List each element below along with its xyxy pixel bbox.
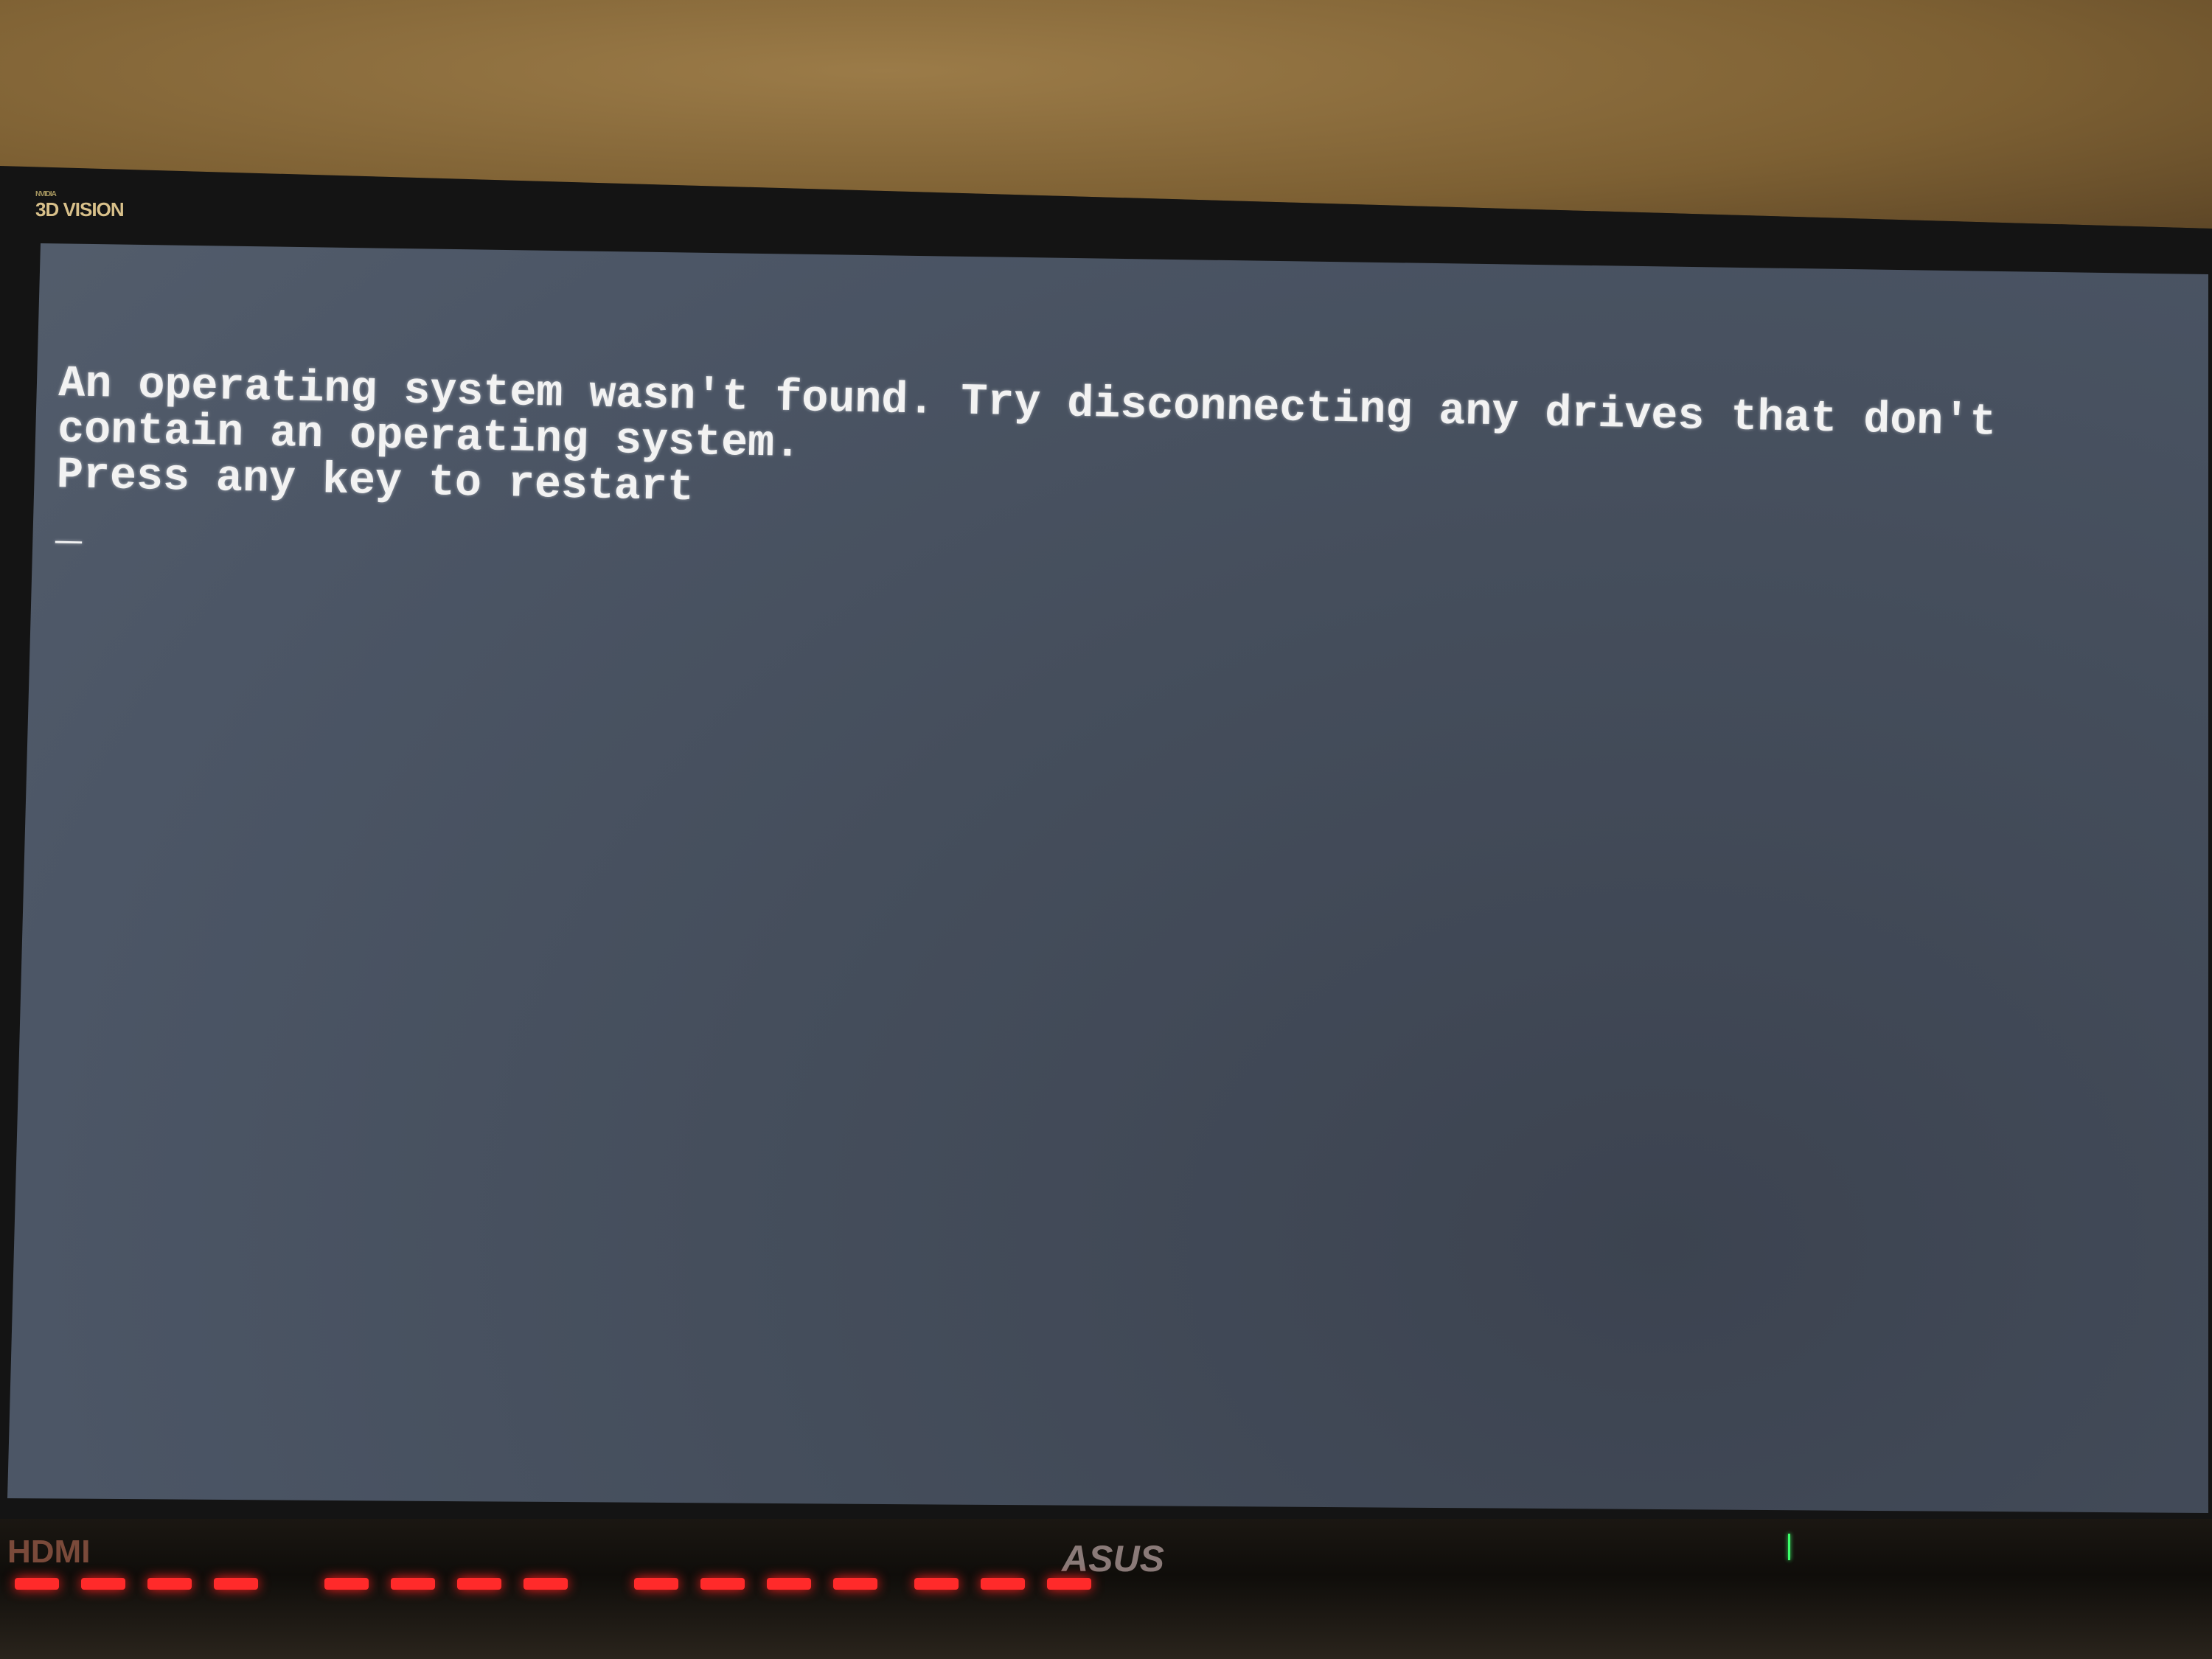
keyboard-key-light [914,1578,959,1590]
keyboard-key-light [767,1578,811,1590]
keyboard-key-light [214,1578,258,1590]
keyboard-key-light [1047,1578,1091,1590]
keyboard-key-light [324,1578,369,1590]
keyboard-key-light [391,1578,435,1590]
power-led-icon [1788,1534,1790,1560]
keyboard-key-light [15,1578,59,1590]
keyboard-key-light [700,1578,745,1590]
3d-vision-logo: NVIDIA 3D VISION [35,190,125,221]
keyboard-key-light [981,1578,1025,1590]
nvidia-logo-text: NVIDIA [35,190,57,198]
keyboard-key-light [457,1578,501,1590]
keyboard-key-light [81,1578,125,1590]
keyboard-key-light [634,1578,678,1590]
boot-error-console[interactable]: An operating system wasn't found. Try di… [55,359,1997,589]
keyboard-key-light [833,1578,877,1590]
keyboard-key-light [524,1578,568,1590]
hdmi-label: HDMI [7,1534,91,1570]
3d-vision-logo-text: 3D VISION [35,198,125,220]
asus-logo: ASUS [1062,1538,1164,1579]
keyboard-key-light [147,1578,192,1590]
